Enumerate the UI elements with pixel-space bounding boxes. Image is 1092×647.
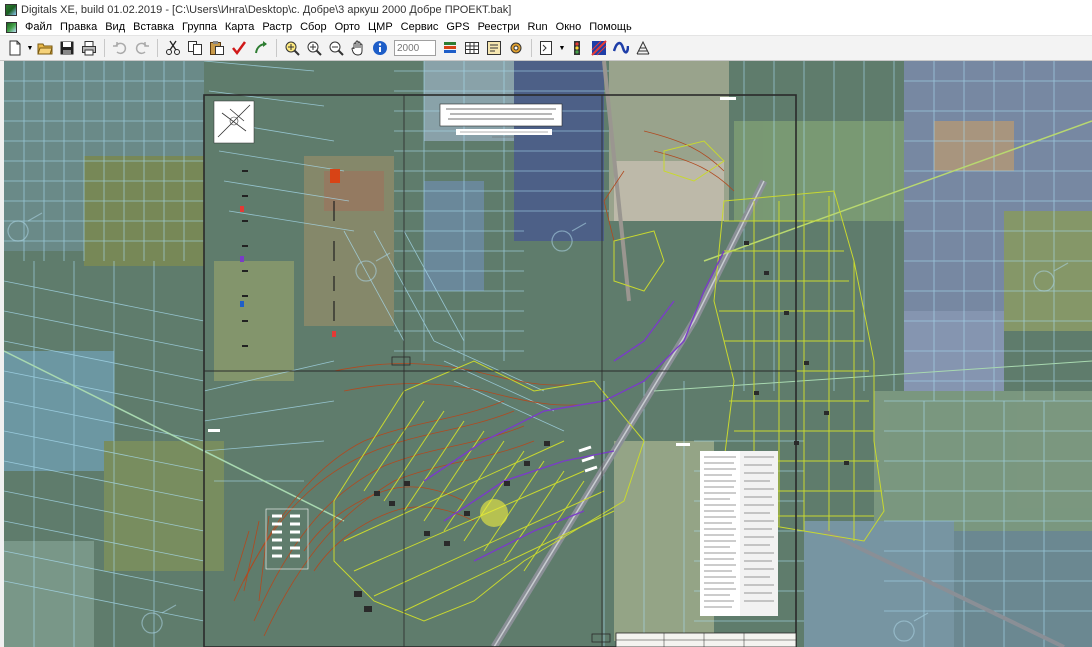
chevron-down-icon[interactable]: ▼ xyxy=(26,38,34,58)
zoom-in-icon[interactable] xyxy=(304,38,324,58)
menu-group[interactable]: Группа xyxy=(178,21,221,33)
zoom-out-icon[interactable] xyxy=(326,38,346,58)
redo-icon[interactable] xyxy=(132,38,152,58)
info-icon[interactable] xyxy=(370,38,390,58)
menu-raster[interactable]: Растр xyxy=(258,21,296,33)
toolbar-separator xyxy=(104,39,105,57)
new-document-icon[interactable] xyxy=(5,38,25,58)
grid-icon[interactable] xyxy=(633,38,653,58)
chevron-down-icon[interactable]: ▼ xyxy=(558,38,566,58)
print-icon[interactable] xyxy=(79,38,99,58)
check-icon[interactable] xyxy=(229,38,249,58)
table-icon[interactable] xyxy=(462,38,482,58)
menu-insert[interactable]: Вставка xyxy=(129,21,178,33)
north-arrow xyxy=(213,100,255,144)
menu-edit[interactable]: Правка xyxy=(56,21,101,33)
paste-icon[interactable] xyxy=(207,38,227,58)
scale-input[interactable] xyxy=(394,40,436,56)
toolbar-separator xyxy=(157,39,158,57)
menu-help[interactable]: Помощь xyxy=(585,21,636,33)
raster-icon[interactable] xyxy=(537,38,557,58)
settings-icon[interactable] xyxy=(506,38,526,58)
toolbar-separator xyxy=(531,39,532,57)
menu-registries[interactable]: Реестри xyxy=(474,21,524,33)
menu-bar: Файл Правка Вид Вставка Группа Карта Рас… xyxy=(0,19,1092,36)
open-folder-icon[interactable] xyxy=(35,38,55,58)
highlight-marker xyxy=(480,499,508,527)
menu-collect[interactable]: Сбор xyxy=(296,21,330,33)
layers-icon[interactable] xyxy=(440,38,460,58)
document-menu-icon[interactable] xyxy=(6,21,17,33)
menu-file[interactable]: Файл xyxy=(21,21,56,33)
notes-text-block xyxy=(700,451,778,616)
menu-gps[interactable]: GPS xyxy=(442,21,473,33)
wave-icon[interactable] xyxy=(611,38,631,58)
main-toolbar: ▼ 2000 ▼ xyxy=(0,36,1092,61)
sheet-title-block xyxy=(439,103,563,138)
menu-view[interactable]: Вид xyxy=(101,21,129,33)
map-canvas[interactable] xyxy=(4,61,1092,647)
menu-run[interactable]: Run xyxy=(523,21,551,33)
cut-icon[interactable] xyxy=(163,38,183,58)
title-bar: Digitals XE, build 01.02.2019 - [C:\User… xyxy=(0,0,1092,19)
arrow-icon[interactable] xyxy=(251,38,271,58)
menu-dem[interactable]: ЦМР xyxy=(364,21,397,33)
menu-map[interactable]: Карта xyxy=(221,21,258,33)
properties-icon[interactable] xyxy=(484,38,504,58)
menu-ortho[interactable]: Орто xyxy=(331,21,364,33)
curve-icon[interactable] xyxy=(589,38,609,58)
traffic-light-icon[interactable] xyxy=(567,38,587,58)
window-title: Digitals XE, build 01.02.2019 - [C:\User… xyxy=(21,3,512,16)
zoom-region-icon[interactable] xyxy=(282,38,302,58)
menu-service[interactable]: Сервис xyxy=(397,21,443,33)
menu-window[interactable]: Окно xyxy=(552,21,586,33)
save-icon[interactable] xyxy=(57,38,77,58)
toolbar-separator xyxy=(276,39,277,57)
copy-icon[interactable] xyxy=(185,38,205,58)
pan-hand-icon[interactable] xyxy=(348,38,368,58)
app-icon xyxy=(5,3,17,16)
undo-icon[interactable] xyxy=(110,38,130,58)
